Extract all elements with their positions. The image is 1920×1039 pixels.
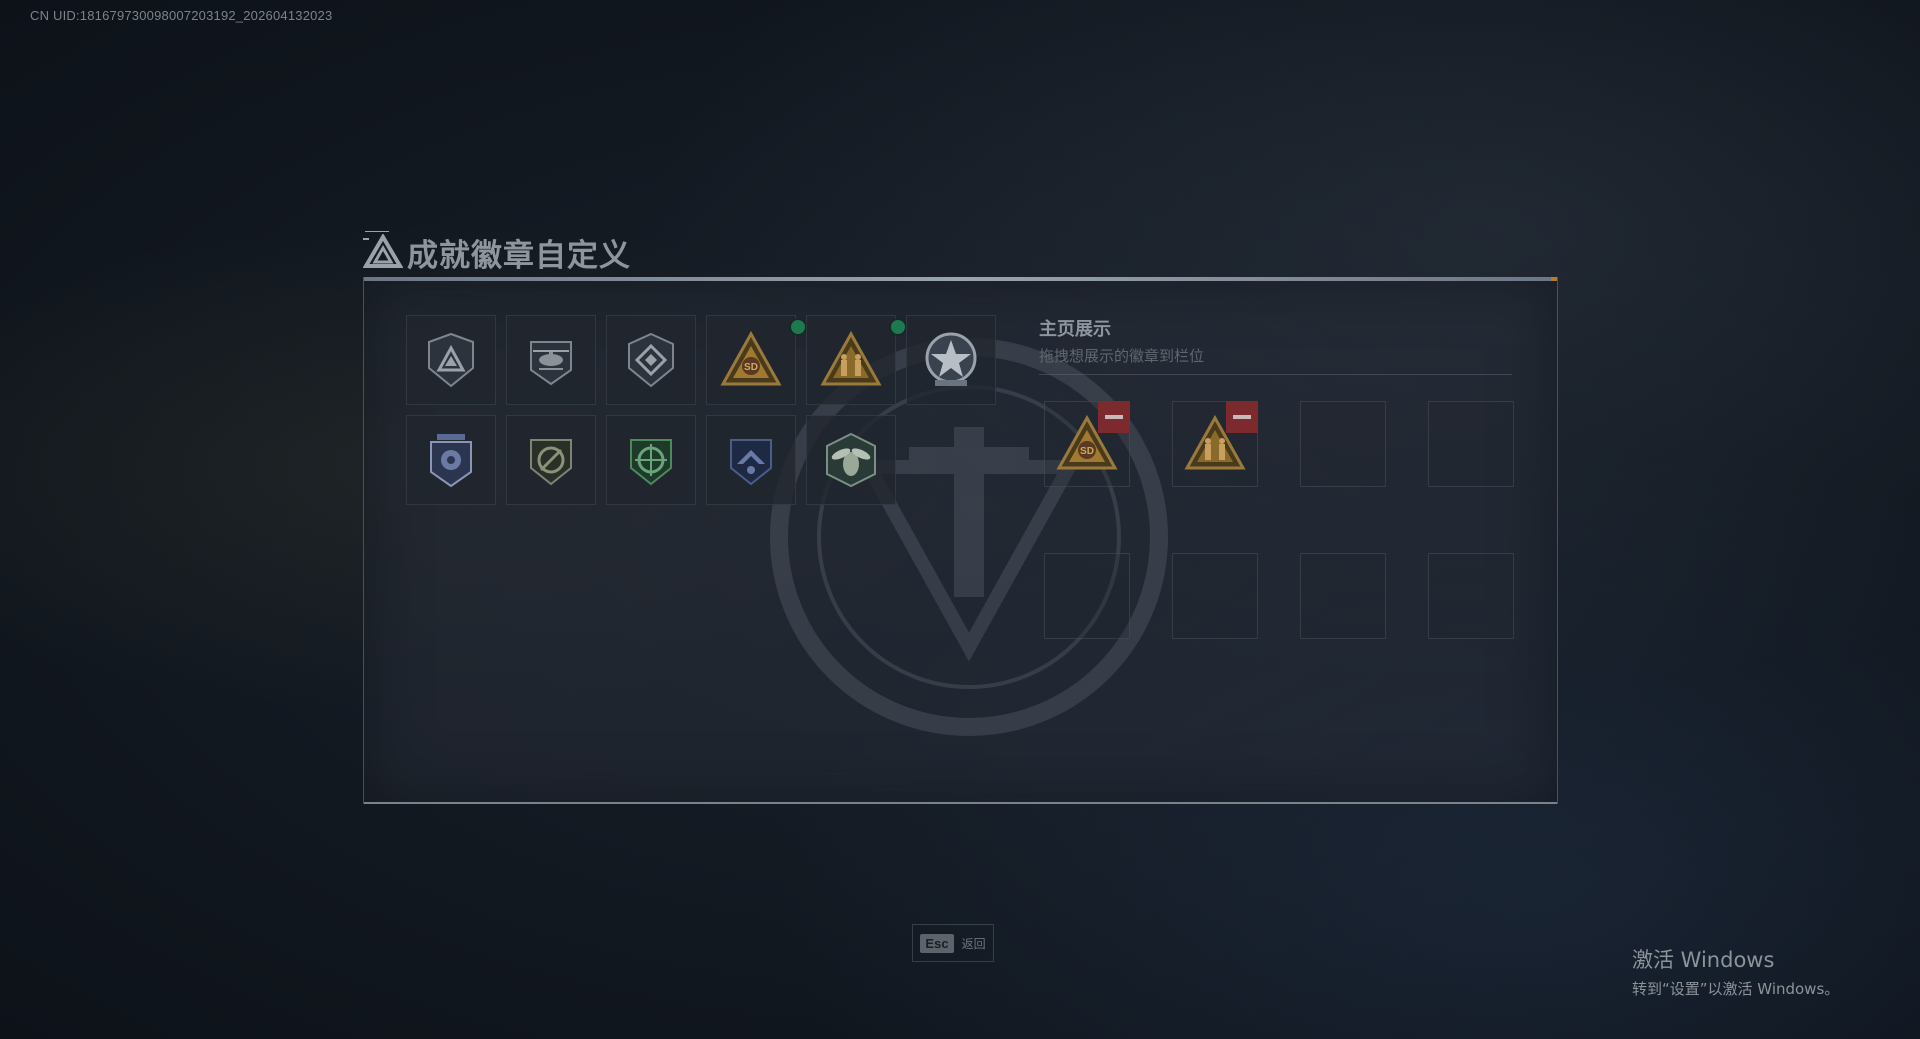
no-gun-shield-badge-icon xyxy=(530,439,572,486)
badge-collection-grid: SD xyxy=(406,315,1016,505)
panel-top-bar xyxy=(364,277,1557,281)
uid-label: CN UID:18167973009800720319​2_2026041320… xyxy=(30,8,333,23)
display-slot[interactable] xyxy=(1428,401,1514,487)
display-slot[interactable] xyxy=(1428,553,1514,639)
badge-item[interactable] xyxy=(706,415,796,505)
badge-customize-panel: SD 主页展示 拖拽想展示的徽章到栏位 SD xyxy=(363,277,1558,804)
display-slot[interactable] xyxy=(1044,553,1130,639)
svg-text:SD: SD xyxy=(744,362,758,373)
badge-item[interactable] xyxy=(406,315,496,405)
back-button[interactable]: Esc 返回 xyxy=(912,924,994,962)
display-slot[interactable]: SD xyxy=(1044,401,1130,487)
badge-item[interactable] xyxy=(806,315,905,405)
badge-item[interactable] xyxy=(606,415,696,505)
display-slot[interactable] xyxy=(1300,553,1386,639)
display-subtitle: 拖拽想展示的徽章到栏位 xyxy=(1039,347,1205,365)
badge-item[interactable] xyxy=(806,415,896,505)
triangle-logo-icon xyxy=(363,234,403,268)
badge-item[interactable] xyxy=(506,415,596,505)
windows-activation-title: 激活 Windows xyxy=(1632,948,1775,972)
wasp-hexagon-badge-icon xyxy=(826,432,876,488)
windows-activation-subtitle: 转到“设置”以激活 Windows。 xyxy=(1632,980,1840,998)
sd-warning-triangle-badge-icon: SD xyxy=(720,330,782,386)
blue-eagle-shield-badge-icon xyxy=(730,439,772,486)
esc-key-hint: Esc xyxy=(920,933,954,953)
panel-bottom-bar xyxy=(364,802,1557,804)
police-shield-badge-icon xyxy=(430,434,472,488)
remove-badge-button[interactable] xyxy=(1226,401,1258,433)
homepage-display-section: 主页展示 拖拽想展示的徽章到栏位 SD xyxy=(1039,315,1514,639)
display-slot[interactable] xyxy=(1172,401,1258,487)
display-slot[interactable] xyxy=(1172,553,1258,639)
display-title: 主页展示 xyxy=(1039,319,1111,340)
divider xyxy=(1039,374,1512,375)
triangle-shield-badge-icon xyxy=(428,332,474,388)
badge-item[interactable] xyxy=(506,315,596,405)
badge-item[interactable] xyxy=(406,415,496,505)
badge-item[interactable] xyxy=(906,315,996,405)
display-slot[interactable] xyxy=(1300,401,1386,487)
new-badge-dot xyxy=(791,320,805,334)
diamond-emblem-badge-icon xyxy=(628,332,674,388)
remove-badge-button[interactable] xyxy=(1098,401,1130,433)
badge-item[interactable]: SD xyxy=(706,315,805,405)
badge-item[interactable] xyxy=(606,315,696,405)
page-title: 成就徽章自定义 xyxy=(407,237,631,274)
svg-text:SD: SD xyxy=(1080,446,1094,457)
minus-icon xyxy=(1233,415,1251,419)
back-label: 返回 xyxy=(961,936,986,951)
page-header: 成就徽章自定义 xyxy=(363,230,631,274)
helicopter-badge-icon xyxy=(530,341,572,386)
green-target-shield-badge-icon xyxy=(630,439,672,486)
new-badge-dot xyxy=(891,320,905,334)
soldiers-triangle-badge-icon xyxy=(820,330,882,386)
star-wreath-badge-icon xyxy=(925,332,977,386)
windows-activation-notice: 激活 Windows 转到“设置”以激活 Windows。 xyxy=(1632,944,1839,999)
minus-icon xyxy=(1105,415,1123,419)
